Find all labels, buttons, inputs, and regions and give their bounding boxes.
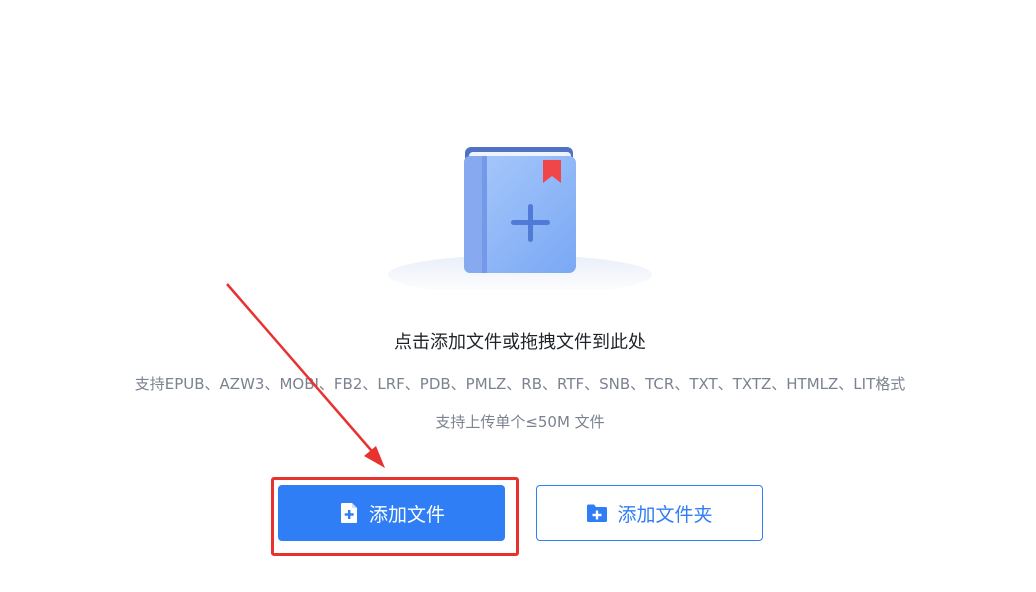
size-limit-text: 支持上传单个≤50M 文件 bbox=[435, 413, 605, 431]
add-folder-button[interactable]: 添加文件夹 bbox=[536, 485, 763, 541]
folder-plus-icon bbox=[586, 502, 608, 524]
file-plus-icon bbox=[338, 502, 360, 524]
upload-drop-area[interactable]: 点击添加文件或拖拽文件到此处 支持EPUB、AZW3、MOBI、FB2、LRF、… bbox=[0, 0, 1036, 592]
add-file-label: 添加文件 bbox=[368, 503, 445, 526]
add-file-button[interactable]: 添加文件 bbox=[278, 485, 505, 541]
book-plus-icon bbox=[385, 140, 655, 290]
supported-formats-text: 支持EPUB、AZW3、MOBI、FB2、LRF、PDB、PMLZ、RB、RTF… bbox=[134, 375, 906, 393]
add-folder-label: 添加文件夹 bbox=[617, 503, 713, 526]
drop-title: 点击添加文件或拖拽文件到此处 bbox=[394, 332, 646, 353]
